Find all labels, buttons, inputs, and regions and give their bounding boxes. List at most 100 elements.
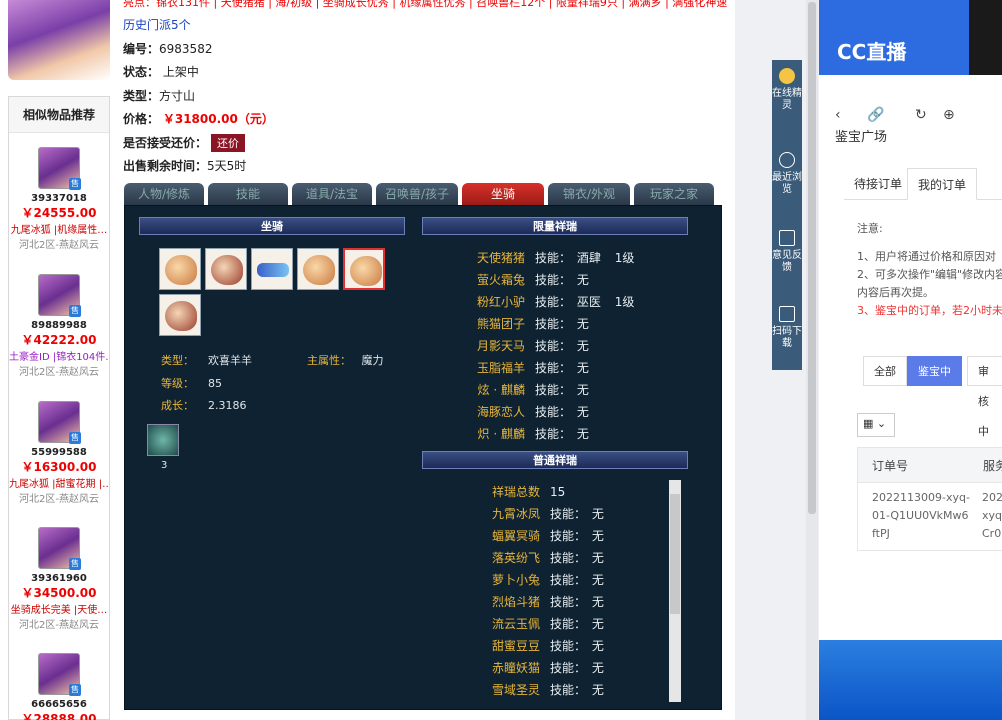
tab-my-orders[interactable]: 我的订单 — [907, 168, 978, 200]
item-thumbnail: 售 — [38, 401, 81, 444]
filter-all[interactable]: 全部 — [863, 356, 907, 386]
filter-appraising[interactable]: 鉴宝中 — [907, 356, 962, 386]
limited-row: 天使猪猪 技能： 酒肆 1级 — [476, 251, 635, 265]
recommend-item[interactable]: 售 55999588 ￥16300.00 九尾冰狐 |甜蜜花期 |… 河北2区-… — [9, 401, 109, 505]
mount-heading: 坐骑 — [139, 217, 405, 235]
page-scrollbar-thumb[interactable] — [808, 2, 816, 514]
link-icon[interactable]: 🔗 — [867, 107, 884, 123]
scrollbar-thumb[interactable] — [670, 494, 680, 614]
recommend-item[interactable]: 售 89889988 ￥42222.00 土豪金ID |锦衣104件… 河北2区… — [9, 274, 109, 378]
normal-heading: 普通祥瑞 — [422, 451, 688, 469]
normal-row: 萝卜小兔 技能： 无 — [491, 573, 604, 587]
mount-slot[interactable] — [159, 294, 201, 336]
table-header: 订单号 服务 — [857, 447, 1002, 483]
notice-text: 注意: 1、用户将通过价格和原因对 2、可多次操作"编辑"修改内容 内容后再次提… — [857, 222, 1002, 317]
mount-panel: 坐骑 限量祥瑞 类型： 欢喜羊羊 主属性： 魔力 等级： 85 成长： 2.31… — [124, 205, 722, 710]
remain-row: 出售剩余时间：5天5时 — [123, 159, 247, 173]
limited-row: 炫 · 麒麟 技能： 无 — [477, 383, 589, 397]
recent-browse-button[interactable]: 最近浏览 — [772, 152, 802, 196]
tab-character[interactable]: 人物/修炼 — [124, 183, 204, 205]
normal-row: 九霄冰凤 技能： 无 — [491, 507, 604, 521]
helper-avatar-icon — [779, 68, 795, 84]
accessory-count: 3 — [161, 460, 168, 471]
mount-level: 等级： 85 — [161, 377, 222, 390]
limited-row: 炽 · 麒麟 技能： 无 — [477, 427, 589, 441]
normal-row: 流云玉佩 技能： 无 — [491, 617, 604, 631]
mount-type: 类型： 欢喜羊羊 — [161, 354, 252, 367]
limited-row: 玉脂福羊 技能： 无 — [476, 361, 589, 375]
scan-download-button[interactable]: 扫码下载 — [772, 306, 802, 350]
limited-row: 萤火霜兔 技能： 无 — [476, 273, 589, 287]
normal-row: 落英纷飞 技能： 无 — [491, 551, 604, 565]
tab-pending-orders[interactable]: 待接订单 — [844, 168, 912, 200]
orders-table: 订单号 服务 2022113009-xyq-01-Q1UU0VkMw6ftPJ 2… — [857, 447, 1002, 551]
globe-icon[interactable]: ⊕ — [943, 107, 955, 123]
item-thumbnail: 售 — [38, 527, 81, 570]
tab-skills[interactable]: 技能 — [208, 183, 288, 205]
item-thumbnail: 售 — [38, 653, 81, 696]
item-thumbnail: 售 — [38, 147, 81, 190]
normal-row: 蝠翼冥骑 技能： 无 — [491, 529, 604, 543]
limited-row: 海豚恋人 技能： 无 — [476, 405, 589, 419]
character-avatar — [8, 0, 110, 80]
normal-row: 烈焰斗猪 技能： 无 — [491, 595, 604, 609]
edit-icon — [779, 230, 795, 246]
mount-accessory-icon[interactable] — [147, 424, 179, 456]
normal-row: 甜蜜豆豆 技能： 无 — [491, 639, 604, 653]
refresh-icon[interactable]: ↻ — [915, 107, 927, 123]
cc-live-logo: CC直播 — [837, 40, 907, 64]
tab-items[interactable]: 道具/法宝 — [292, 183, 372, 205]
page-title: 鉴宝广场 — [835, 130, 888, 145]
online-helper-button[interactable]: 在线精灵 — [772, 68, 802, 112]
recommend-item[interactable]: 售 39361960 ￥34500.00 坐骑成长完美 |天使… 河北2区-燕赵… — [9, 527, 109, 631]
code-row: 编号：6983582 — [123, 42, 213, 56]
clock-icon — [779, 152, 795, 168]
mount-slot[interactable] — [297, 248, 339, 290]
mount-slot[interactable] — [251, 248, 293, 290]
haggle-button[interactable]: 还价 — [211, 134, 246, 152]
tab-costumes[interactable]: 锦衣/外观 — [548, 183, 630, 205]
sheep-mount-icon — [350, 256, 382, 286]
column-settings-button[interactable]: ▦ ⌄ — [857, 413, 895, 437]
mount-slot[interactable] — [205, 248, 247, 290]
cc-live-banner: CC直播 — [819, 0, 1002, 75]
normal-row: 赤瞳妖猫 技能： 无 — [491, 661, 604, 675]
feedback-button[interactable]: 意见反馈 — [772, 230, 802, 274]
price-row: 价格： ￥31800.00（元） — [123, 112, 274, 126]
mount-slot[interactable] — [159, 248, 201, 290]
normal-row: 雪域圣灵 技能： 无 — [491, 683, 604, 697]
similar-items-sidebar: 相似物品推荐 售 39337018 ￥24555.00 九尾冰狐 |机缘属性… … — [8, 96, 110, 720]
desktop-wallpaper — [819, 640, 1002, 720]
tab-mounts[interactable]: 坐骑 — [462, 183, 544, 205]
filter-reviewing[interactable]: 审核中 — [967, 356, 1002, 438]
highlights: 亮点：锦衣131件 | 天使猪猪 | 海/初级 | 坐骑成长优秀 | 机缘属性优… — [123, 0, 728, 9]
sidebar-title: 相似物品推荐 — [9, 97, 109, 133]
normal-total: 祥瑞总数 15 — [491, 485, 566, 499]
status-row: 状态： 上架中 — [123, 65, 199, 79]
mount-slot-selected[interactable] — [343, 248, 385, 290]
order-tabs: 待接订单 我的订单 — [844, 168, 1002, 200]
table-row[interactable]: 2022113009-xyq-01-Q1UU0VkMw6ftPJ 2022 xy… — [857, 483, 1002, 551]
tab-pets[interactable]: 召唤兽/孩子 — [376, 183, 458, 205]
limited-row: 粉红小驴 技能： 巫医 1级 — [476, 295, 635, 309]
history-link[interactable]: 历史门派5个 — [123, 16, 191, 33]
type-row: 类型：方寸山 — [123, 89, 196, 103]
sheep-mount-icon — [165, 255, 197, 285]
mount-growth: 成长： 2.3186 — [161, 399, 247, 412]
horse-mount-icon — [211, 255, 243, 285]
banner-thumbnail — [969, 0, 1002, 75]
limited-row: 月影天马 技能： 无 — [476, 339, 589, 353]
tab-home[interactable]: 玩家之家 — [634, 183, 714, 205]
horse-mount-icon — [165, 301, 197, 331]
appraisal-panel: CC直播 ‹ 🔗 ↻ ⊕ 鉴宝广场 待接订单 我的订单 注意: 1、用户将通过价… — [819, 0, 1002, 720]
haggle-row: 是否接受还价： 还价 — [123, 134, 246, 152]
mount-main-attr: 主属性： 魔力 — [307, 354, 384, 367]
recommend-item[interactable]: 售 39337018 ￥24555.00 九尾冰狐 |机缘属性… 河北2区-燕赵… — [9, 147, 109, 251]
back-icon[interactable]: ‹ — [835, 107, 841, 123]
detail-tabs: 人物/修炼 技能 道具/法宝 召唤兽/孩子 坐骑 锦衣/外观 玩家之家 — [124, 183, 722, 205]
game-trade-page: 相似物品推荐 售 39337018 ￥24555.00 九尾冰狐 |机缘属性… … — [0, 0, 735, 720]
browser-nav: ‹ 🔗 ↻ ⊕ — [819, 95, 1002, 155]
normal-list-scrollbar[interactable] — [669, 480, 681, 702]
recommend-item[interactable]: 售 66665656 ￥28888.00 — [9, 653, 109, 720]
limited-row: 熊猫团子 技能： 无 — [476, 317, 589, 331]
